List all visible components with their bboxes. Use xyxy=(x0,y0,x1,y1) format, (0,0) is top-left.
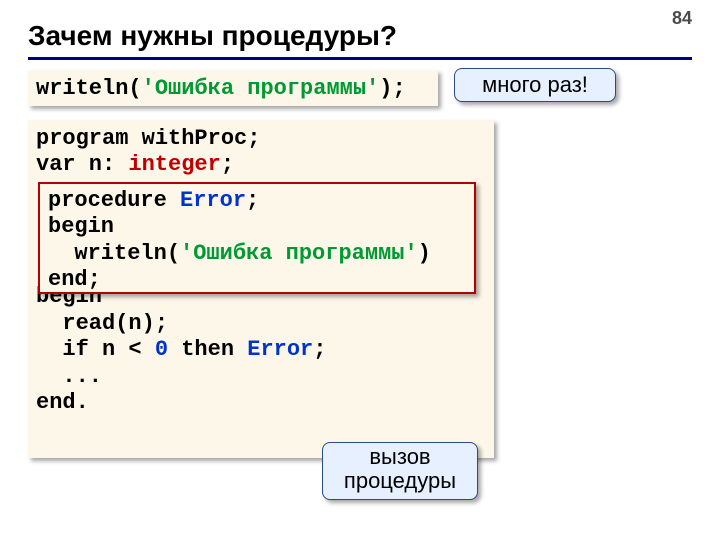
callout-many-times: много раз! xyxy=(454,68,616,102)
code-text: writeln('Ошибка программы'); xyxy=(36,76,406,101)
callout-proc-call: вызовпроцедуры xyxy=(322,442,478,500)
page-number: 84 xyxy=(672,8,692,29)
code-text: procedure Error; begin writeln('Ошибка п… xyxy=(48,188,431,292)
title-underline xyxy=(28,57,692,60)
slide-title: Зачем нужны процедуры? xyxy=(28,20,397,52)
slide: 84 Зачем нужны процедуры? writeln('Ошибк… xyxy=(0,0,720,540)
procedure-box: procedure Error; begin writeln('Ошибка п… xyxy=(38,182,476,294)
top-code-box: writeln('Ошибка программы'); xyxy=(28,70,438,106)
